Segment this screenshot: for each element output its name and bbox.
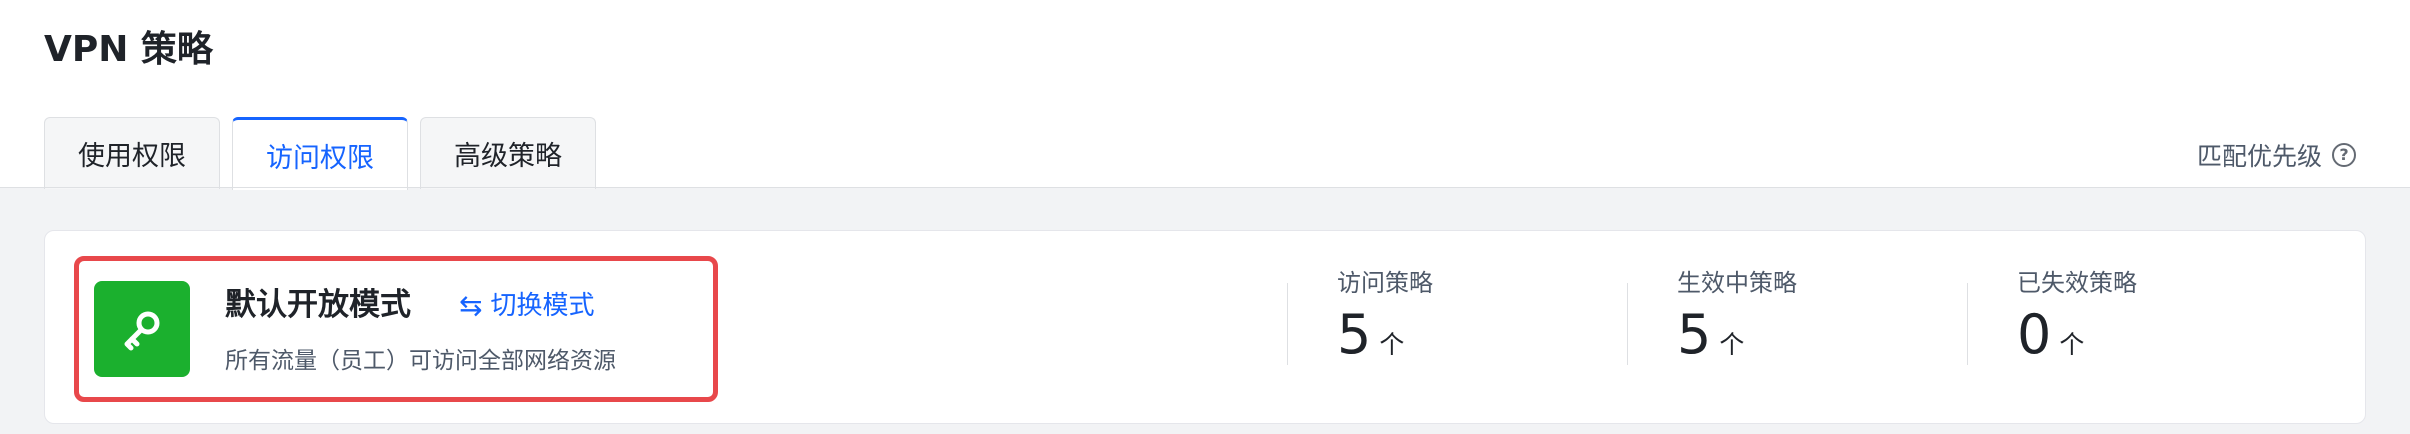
stat-number: 0 — [2017, 303, 2052, 366]
tab-access-permission[interactable]: 访问权限 — [232, 117, 408, 190]
stat-divider — [1967, 283, 1968, 365]
page-title: VPN 策略 — [44, 29, 213, 70]
stat-unit: 个 — [2059, 330, 2085, 359]
stat-divider — [1287, 283, 1288, 365]
stat-unit: 个 — [1719, 330, 1745, 359]
match-priority-label: 匹配优先级 — [2196, 142, 2322, 171]
tab-label: 使用权限 — [78, 141, 186, 172]
switch-mode-button[interactable]: ⇆ 切换模式 — [459, 286, 594, 326]
stat-number: 5 — [1337, 303, 1372, 366]
mode-highlight-box: 默认开放模式 ⇆ 切换模式 所有流量（员工）可访问全部网络资源 — [74, 256, 718, 402]
key-icon — [124, 311, 160, 351]
tab-usage-permission[interactable]: 使用权限 — [44, 117, 220, 189]
stat-label: 已失效策略 — [2017, 269, 2137, 297]
stat-divider — [1627, 283, 1628, 365]
vpn-policy-page: VPN 策略 使用权限 访问权限 高级策略 匹配优先级 ? 默认开放模式 ⇆ 切… — [0, 0, 2410, 434]
tabs-divider — [0, 187, 2410, 188]
stat-value: 5 个 — [1337, 305, 1404, 365]
stat-label: 访问策略 — [1337, 269, 1433, 297]
page-header: VPN 策略 使用权限 访问权限 高级策略 匹配优先级 ? — [0, 0, 2410, 190]
stat-number: 5 — [1677, 303, 1712, 366]
access-mode-card: 默认开放模式 ⇆ 切换模式 所有流量（员工）可访问全部网络资源 访问策略 5 个… — [44, 230, 2366, 424]
stat-value: 0 个 — [2017, 305, 2084, 365]
stat-value: 5 个 — [1677, 305, 1744, 365]
stat-unit: 个 — [1379, 330, 1405, 359]
stat-label: 生效中策略 — [1677, 269, 1797, 297]
mode-description: 所有流量（员工）可访问全部网络资源 — [225, 348, 616, 374]
tab-advanced-policy[interactable]: 高级策略 — [420, 117, 596, 189]
match-priority-link[interactable]: 匹配优先级 ? — [2197, 137, 2356, 173]
tab-label: 高级策略 — [454, 141, 562, 172]
mode-title: 默认开放模式 — [225, 287, 411, 323]
tab-label: 访问权限 — [266, 142, 374, 174]
key-icon-tile — [94, 281, 190, 377]
switch-mode-label: 切换模式 — [490, 291, 595, 321]
help-circle-icon[interactable]: ? — [2332, 143, 2356, 167]
swap-arrows-icon: ⇆ — [459, 289, 483, 322]
